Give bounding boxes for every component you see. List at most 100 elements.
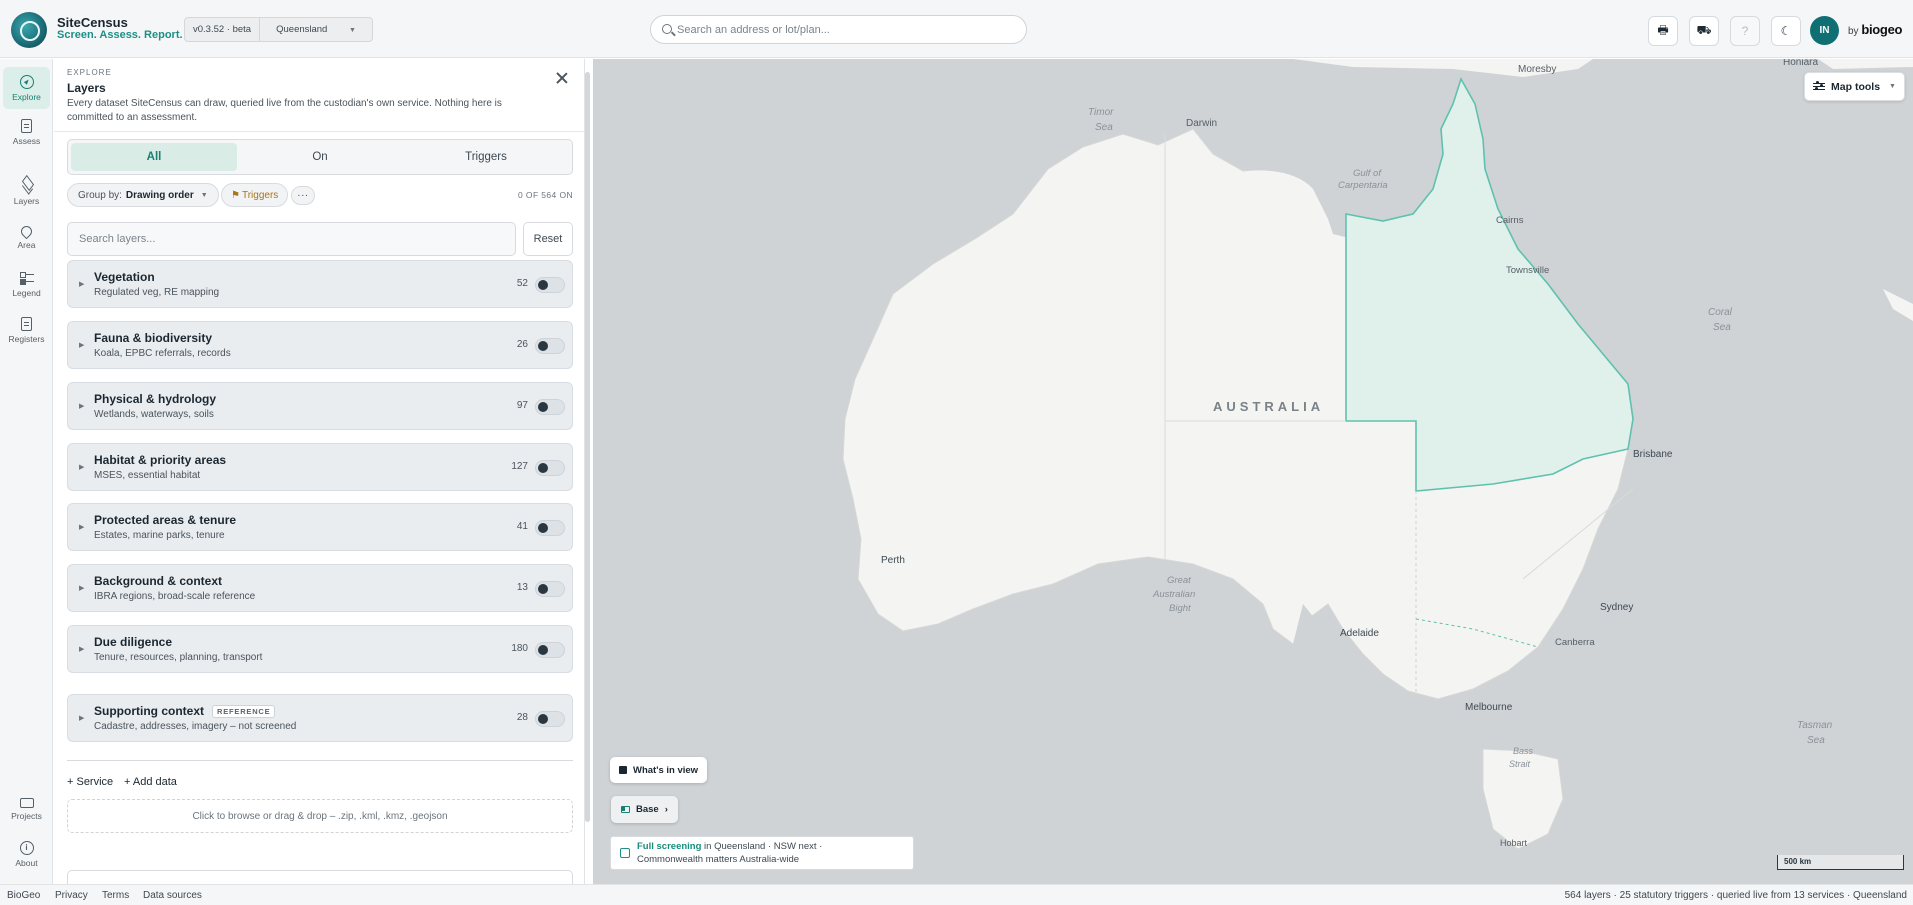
checkbox-icon[interactable] (620, 848, 630, 858)
tab-all[interactable]: All (71, 143, 237, 171)
layer-group-toggle[interactable] (535, 338, 565, 354)
brand-name: SiteCensus (57, 15, 128, 30)
help-button[interactable]: ? (1730, 16, 1760, 46)
biogeo-byline[interactable]: by biogeo (1848, 22, 1902, 37)
layer-group-subtitle: Wetlands, waterways, soils (94, 409, 214, 420)
scale-bar: 500 km (1777, 855, 1904, 870)
whats-in-view-button[interactable]: What's in view (610, 757, 708, 783)
sitecensus-logo[interactable] (11, 12, 47, 48)
label-canberra: Canberra (1555, 637, 1595, 648)
layer-search-input[interactable] (68, 223, 515, 255)
map-pin-icon (18, 223, 35, 240)
basemap-button[interactable]: Base › (611, 796, 678, 823)
chevron-right-icon[interactable]: ▶ (79, 714, 84, 722)
region-selector[interactable]: Queensland ▼ (259, 18, 372, 41)
layer-group-subtitle: Cadastre, addresses, imagery – not scree… (94, 721, 297, 732)
layer-group-subtitle: Estates, marine parks, tenure (94, 530, 225, 541)
layer-group-due-diligence[interactable]: ▶ Due diligence Tenure, resources, plann… (67, 625, 573, 673)
chevron-right-icon[interactable]: ▶ (79, 645, 84, 653)
rail-label-explore: Explore (12, 91, 41, 102)
address-search-input[interactable] (677, 21, 1017, 39)
reset-button[interactable]: Reset (523, 222, 573, 256)
layer-group-toggle[interactable] (535, 460, 565, 476)
moon-icon: ☾ (1780, 24, 1792, 38)
new-caledonia (1883, 289, 1913, 321)
label-adelaide: Adelaide (1340, 628, 1379, 639)
chevron-right-icon[interactable]: ▶ (79, 341, 84, 349)
map-tools-button[interactable]: Map tools ▼ (1804, 72, 1905, 101)
layer-group-supporting[interactable]: ▶ Supporting context REFERENCE Cadastre, … (67, 694, 573, 742)
layer-group-toggle[interactable] (535, 520, 565, 536)
label-moresby: Moresby (1518, 64, 1556, 75)
add-service-link[interactable]: + Service (67, 776, 113, 788)
footer-link-privacy[interactable]: Privacy (55, 890, 88, 901)
label-bight-2: Australian (1152, 589, 1195, 600)
layer-group-physical[interactable]: ▶ Physical & hydrology Wetlands, waterwa… (67, 382, 573, 430)
rail-item-registers[interactable]: Registers (3, 309, 50, 351)
layer-group-count: 180 (511, 643, 528, 654)
info-icon: i (19, 840, 34, 855)
chevron-right-icon[interactable]: ▶ (79, 402, 84, 410)
footer-link-terms[interactable]: Terms (102, 890, 129, 901)
label-timor-sea: Timor (1088, 107, 1114, 118)
user-avatar[interactable]: IN (1810, 16, 1839, 45)
triggers-filter-chip[interactable]: ⚑ Triggers (221, 183, 289, 207)
rail-item-legend[interactable]: Legend (3, 263, 50, 305)
chevron-right-icon[interactable]: ▶ (79, 584, 84, 592)
chevron-right-icon[interactable]: ▶ (79, 463, 84, 471)
file-dropzone[interactable]: Click to browse or drag & drop – .zip, .… (67, 799, 573, 833)
rail-label-projects: Projects (11, 811, 42, 821)
close-icon[interactable] (555, 71, 569, 85)
compass-icon (19, 74, 34, 89)
version-region-selector[interactable]: v0.3.52 · beta Queensland ▼ (184, 17, 373, 42)
label-gulf: Gulf of (1353, 168, 1382, 179)
layer-group-habitat[interactable]: ▶ Habitat & priority areas MSES, essenti… (67, 443, 573, 491)
add-data-link[interactable]: + Add data (124, 776, 177, 788)
map-canvas[interactable]: Moresby Honiara Timor Sea Darwin Gulf of… (593, 59, 1913, 884)
rail-item-about[interactable]: i About (3, 833, 50, 875)
chevron-right-icon[interactable]: ▶ (79, 523, 84, 531)
tab-triggers[interactable]: Triggers (403, 143, 569, 171)
layer-group-toggle[interactable] (535, 711, 565, 727)
rail-item-layers[interactable]: Layers (3, 171, 50, 213)
layer-group-subtitle: MSES, essential habitat (94, 470, 201, 481)
folder-icon (19, 798, 34, 808)
layer-group-toggle[interactable] (535, 399, 565, 415)
rail-item-area[interactable]: Area (3, 217, 50, 259)
chevron-right-icon[interactable]: ▶ (79, 280, 84, 288)
layer-group-background[interactable]: ▶ Background & context IBRA regions, bro… (67, 564, 573, 612)
more-options-button[interactable]: ··· (291, 186, 315, 205)
rail-item-explore[interactable]: Explore (3, 67, 50, 109)
rail-item-projects[interactable]: Projects (3, 787, 50, 829)
legend-icon (19, 271, 34, 285)
footer-link-data-sources[interactable]: Data sources (143, 890, 202, 901)
layer-group-fauna[interactable]: ▶ Fauna & biodiversity Koala, EPBC refer… (67, 321, 573, 369)
layer-group-count: 26 (516, 339, 528, 350)
footer-link-biogeo[interactable]: BioGeo (7, 890, 40, 901)
panel-scrollbar[interactable] (585, 72, 590, 822)
layers-panel: EXPLORE Layers Every dataset SiteCensus … (54, 59, 585, 884)
label-brisbane: Brisbane (1633, 449, 1673, 460)
layer-group-toggle[interactable] (535, 581, 565, 597)
vehicle-button[interactable]: ⛟ (1689, 16, 1719, 46)
rail-label-registers: Registers (8, 333, 45, 344)
rail-item-assess[interactable]: Assess (3, 111, 50, 153)
brand-tagline: Screen. Assess. Report. (57, 29, 183, 41)
layer-group-protected[interactable]: ▶ Protected areas & tenure Estates, mari… (67, 503, 573, 551)
solomon-islands (1818, 59, 1913, 69)
layer-group-toggle[interactable] (535, 277, 565, 293)
whats-in-view-label: What's in view (633, 764, 699, 776)
layer-search[interactable] (67, 222, 516, 256)
region-label: Queensland (276, 24, 328, 35)
tab-on[interactable]: On (237, 143, 403, 171)
footer-status: 564 layers · 25 statutory triggers · que… (1564, 890, 1907, 901)
rail-label-layers: Layers (13, 195, 40, 206)
rail-label-about: About (15, 857, 38, 868)
group-by-dropdown[interactable]: Group by: Drawing order ▼ (67, 183, 219, 207)
print-button[interactable]: 🖶 (1648, 16, 1678, 46)
address-search[interactable] (650, 15, 1027, 44)
panel-title: Layers (67, 81, 106, 95)
layer-group-vegetation[interactable]: ▶ Vegetation Regulated veg, RE mapping 5… (67, 260, 573, 308)
layer-group-toggle[interactable] (535, 642, 565, 658)
dark-mode-button[interactable]: ☾ (1771, 16, 1801, 46)
